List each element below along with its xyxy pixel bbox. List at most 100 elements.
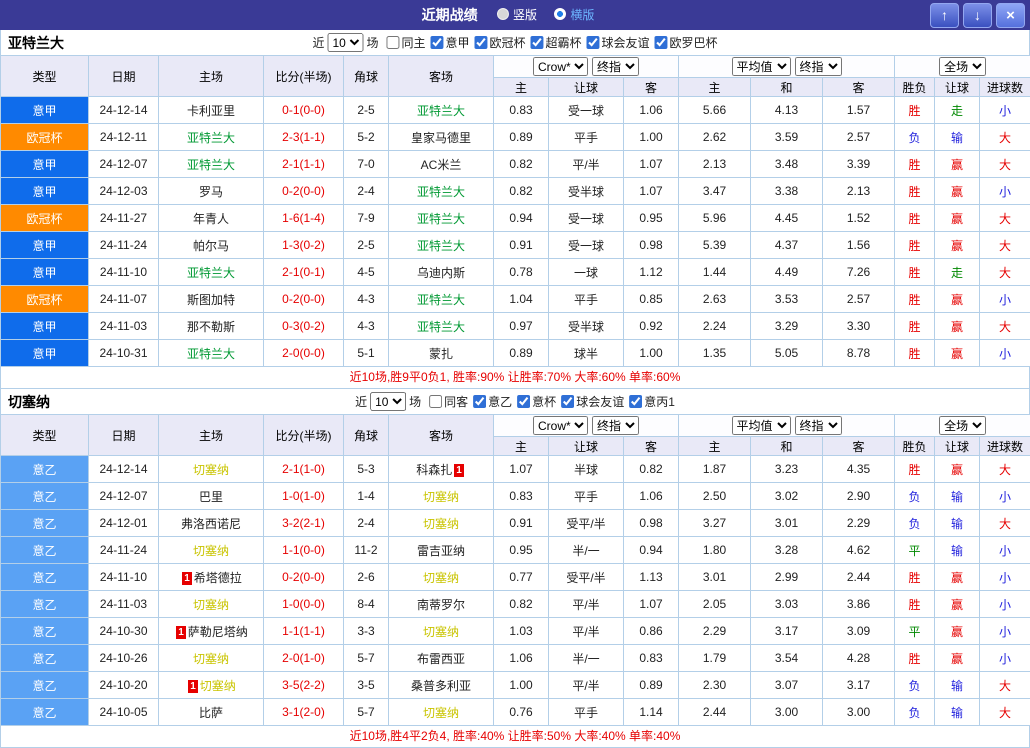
team-link[interactable]: 桑普多利亚 xyxy=(411,679,471,693)
team-link[interactable]: 亚特兰大 xyxy=(187,347,235,361)
league-badge: 意乙 xyxy=(1,618,89,645)
scroll-down-button[interactable]: ↓ xyxy=(963,3,992,28)
match-row: 意甲24-11-10亚特兰大2-1(0-1)4-5乌迪内斯0.78一球1.121… xyxy=(1,259,1030,286)
odds-time-select[interactable]: 终指 xyxy=(592,416,639,435)
team-link[interactable]: 亚特兰大 xyxy=(187,131,235,145)
checkbox-input[interactable] xyxy=(531,36,544,49)
team-link[interactable]: 切塞纳 xyxy=(423,517,459,531)
team-link[interactable]: 雷吉亚纳 xyxy=(417,544,465,558)
team-link[interactable]: 帕尔马 xyxy=(193,239,229,253)
team-link[interactable]: 亚特兰大 xyxy=(417,185,465,199)
checkbox-input[interactable] xyxy=(517,395,530,408)
filter-checkbox[interactable]: 球会友谊 xyxy=(561,393,624,410)
team-link[interactable]: 亚特兰大 xyxy=(417,104,465,118)
checkbox-input[interactable] xyxy=(473,395,486,408)
games-count-select[interactable]: 10 xyxy=(327,33,363,52)
team-link[interactable]: 切塞纳 xyxy=(423,706,459,720)
layout-radio-vertical[interactable]: 竖版 xyxy=(497,6,537,23)
filter-checkbox[interactable]: 同客 xyxy=(429,393,468,410)
team-section-title: 亚特兰大 xyxy=(1,33,64,53)
avg-time-select[interactable]: 终指 xyxy=(795,57,842,76)
team-link[interactable]: 切塞纳 xyxy=(423,490,459,504)
team-link[interactable]: 斯图加特 xyxy=(187,293,235,307)
checkbox-input[interactable] xyxy=(429,395,442,408)
odds-home: 0.89 xyxy=(494,340,549,367)
filter-checkbox[interactable]: 意杯 xyxy=(517,393,556,410)
filter-checkbox[interactable]: 超霸杯 xyxy=(531,34,582,51)
avg-away: 3.39 xyxy=(823,151,895,178)
team-link[interactable]: 乌迪内斯 xyxy=(417,266,465,280)
checkbox-input[interactable] xyxy=(629,395,642,408)
odds-handicap: 受平/半 xyxy=(549,564,624,591)
team-link[interactable]: 南蒂罗尔 xyxy=(417,598,465,612)
period-select[interactable]: 全场 xyxy=(939,416,986,435)
team-link[interactable]: 卡利亚里 xyxy=(187,104,235,118)
close-button[interactable]: × xyxy=(996,3,1025,28)
team-link[interactable]: 切塞纳 xyxy=(200,679,236,693)
avg-draw: 5.05 xyxy=(751,340,823,367)
bookmaker-select[interactable]: Crow* xyxy=(533,57,588,76)
team-link[interactable]: 科森扎 xyxy=(416,463,452,477)
team-link[interactable]: 切塞纳 xyxy=(423,571,459,585)
team-link[interactable]: 巴里 xyxy=(199,490,223,504)
team-link[interactable]: 弗洛西诺尼 xyxy=(181,517,241,531)
checkbox-input[interactable] xyxy=(587,36,600,49)
team-link[interactable]: AC米兰 xyxy=(421,158,462,172)
avg-time-select[interactable]: 终指 xyxy=(795,416,842,435)
odds-away: 1.06 xyxy=(624,483,679,510)
odds-time-select[interactable]: 终指 xyxy=(592,57,639,76)
team-link[interactable]: 希塔德拉 xyxy=(194,571,242,585)
team-link[interactable]: 那不勒斯 xyxy=(187,320,235,334)
team-link[interactable]: 布雷西亚 xyxy=(417,652,465,666)
match-date: 24-12-14 xyxy=(89,97,159,124)
checkbox-input[interactable] xyxy=(561,395,574,408)
average-select[interactable]: 平均值 xyxy=(732,57,791,76)
team-link[interactable]: 蒙扎 xyxy=(429,347,453,361)
goals-cell: 小 xyxy=(980,537,1030,564)
filter-checkbox[interactable]: 意乙 xyxy=(473,393,512,410)
team-link[interactable]: 亚特兰大 xyxy=(417,239,465,253)
corner-score: 2-5 xyxy=(344,232,389,259)
avg-draw: 3.02 xyxy=(751,483,823,510)
team-link[interactable]: 罗马 xyxy=(199,185,223,199)
bookmaker-select[interactable]: Crow* xyxy=(533,416,588,435)
team-link[interactable]: 切塞纳 xyxy=(193,544,229,558)
team-link[interactable]: 亚特兰大 xyxy=(187,266,235,280)
team-link[interactable]: 皇家马德里 xyxy=(411,131,471,145)
filter-checkbox[interactable]: 欧冠杯 xyxy=(475,34,526,51)
checkbox-input[interactable] xyxy=(475,36,488,49)
team-link[interactable]: 年青人 xyxy=(193,212,229,226)
average-select[interactable]: 平均值 xyxy=(732,416,791,435)
col-away: 客场 xyxy=(389,56,494,97)
filter-checkbox[interactable]: 欧罗巴杯 xyxy=(655,34,718,51)
checkbox-input[interactable] xyxy=(655,36,668,49)
filter-checkbox[interactable]: 意甲 xyxy=(430,34,469,51)
checkbox-input[interactable] xyxy=(430,36,443,49)
team-link[interactable]: 切塞纳 xyxy=(193,598,229,612)
team-link[interactable]: 切塞纳 xyxy=(193,652,229,666)
games-count-select[interactable]: 10 xyxy=(370,392,406,411)
checkbox-input[interactable] xyxy=(386,36,399,49)
away-team-cell: 亚特兰大 xyxy=(389,178,494,205)
team-link[interactable]: 切塞纳 xyxy=(193,463,229,477)
avg-home: 2.62 xyxy=(679,124,751,151)
team-link[interactable]: 萨勒尼塔纳 xyxy=(188,625,248,639)
odds-home: 1.00 xyxy=(494,672,549,699)
near-label: 近 xyxy=(355,393,367,410)
league-badge: 意乙 xyxy=(1,564,89,591)
league-badge: 意乙 xyxy=(1,699,89,726)
filter-checkbox[interactable]: 同主 xyxy=(386,34,425,51)
team-link[interactable]: 亚特兰大 xyxy=(417,320,465,334)
team-link[interactable]: 切塞纳 xyxy=(423,625,459,639)
scroll-up-button[interactable]: ↑ xyxy=(930,3,959,28)
team-link[interactable]: 亚特兰大 xyxy=(187,158,235,172)
period-select[interactable]: 全场 xyxy=(939,57,986,76)
team-link[interactable]: 亚特兰大 xyxy=(417,293,465,307)
team-link[interactable]: 比萨 xyxy=(199,706,223,720)
layout-radio-horizontal[interactable]: 横版 xyxy=(554,6,594,23)
filter-checkbox[interactable]: 意丙1 xyxy=(629,393,675,410)
corner-score: 7-9 xyxy=(344,205,389,232)
team-link[interactable]: 亚特兰大 xyxy=(417,212,465,226)
filter-checkbox[interactable]: 球会友谊 xyxy=(587,34,650,51)
handicap-result-cell: 赢 xyxy=(935,205,980,232)
